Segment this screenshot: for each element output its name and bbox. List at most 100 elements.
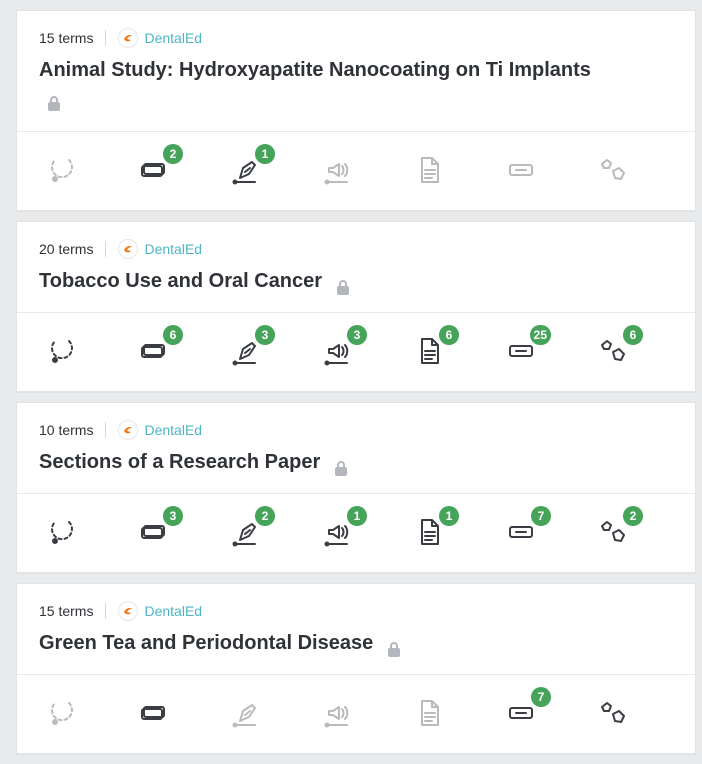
study-set-card[interactable]: 15 terms DentalEd Green Tea and Periodon… xyxy=(16,583,696,754)
study-set-card[interactable]: 10 terms DentalEd Sections of a Research… xyxy=(16,402,696,573)
gravity-button[interactable]: 6 xyxy=(593,325,643,373)
terms-count: 20 terms xyxy=(39,241,94,257)
count-badge: 1 xyxy=(347,506,367,526)
count-badge: 7 xyxy=(531,687,551,707)
count-badge: 6 xyxy=(623,325,643,345)
test-button[interactable]: 1 xyxy=(409,506,459,554)
set-title-text[interactable]: Sections of a Research Paper xyxy=(39,451,320,473)
study-set-card[interactable]: 15 terms DentalEd Animal Study: Hydroxya… xyxy=(16,10,696,211)
divider xyxy=(105,422,107,438)
count-badge: 2 xyxy=(163,144,183,164)
set-title[interactable]: Animal Study: Hydroxyapatite Nanocoating… xyxy=(39,55,677,85)
terms-count: 10 terms xyxy=(39,422,94,438)
set-meta: 20 terms DentalEd xyxy=(39,239,202,259)
learn-pen-button[interactable] xyxy=(225,695,265,735)
test-button[interactable]: 6 xyxy=(409,325,459,373)
terms-count: 15 terms xyxy=(39,603,94,619)
brand-logo xyxy=(118,239,139,259)
learn-pen-button[interactable]: 2 xyxy=(225,506,275,554)
count-badge: 3 xyxy=(255,325,275,345)
flashcards-button[interactable]: 3 xyxy=(133,506,183,554)
gravity-button[interactable] xyxy=(593,152,633,192)
study-set-card[interactable]: 20 terms DentalEd Tobacco Use and Oral C… xyxy=(16,221,696,392)
loop-icon xyxy=(43,152,79,193)
brand-name[interactable]: DentalEd xyxy=(144,422,202,438)
lock-icon xyxy=(336,274,350,295)
flashcards-icon xyxy=(135,695,171,736)
loop-icon xyxy=(43,695,79,736)
brand[interactable]: DentalEd xyxy=(118,420,202,440)
study-mode-row: 21 xyxy=(17,132,695,210)
divider xyxy=(105,241,107,257)
match-button[interactable] xyxy=(501,152,541,192)
lock-icon xyxy=(47,95,61,111)
speller-button[interactable] xyxy=(317,695,357,735)
divider xyxy=(105,30,107,46)
terms-count: 15 terms xyxy=(39,30,94,46)
loop-button[interactable] xyxy=(41,514,81,554)
study-mode-row: 7 xyxy=(17,675,695,753)
count-badge: 1 xyxy=(255,144,275,164)
study-mode-row: 6 3 3 6 25 6 xyxy=(17,313,695,391)
count-badge: 1 xyxy=(439,506,459,526)
speller-icon xyxy=(319,152,355,193)
loop-icon xyxy=(43,514,79,555)
count-badge: 3 xyxy=(163,506,183,526)
set-meta: 15 terms DentalEd xyxy=(39,28,202,48)
brand-logo xyxy=(118,420,139,440)
set-title[interactable]: Green Tea and Periodontal Disease xyxy=(39,628,677,658)
count-badge: 6 xyxy=(439,325,459,345)
divider xyxy=(105,603,107,619)
flashcards-button[interactable]: 6 xyxy=(133,325,183,373)
brand-name[interactable]: DentalEd xyxy=(144,30,202,46)
set-meta: 10 terms DentalEd xyxy=(39,420,202,440)
learn-pen-button[interactable]: 3 xyxy=(225,325,275,373)
learn-pen-icon xyxy=(227,695,263,736)
count-badge: 25 xyxy=(529,325,551,345)
brand[interactable]: DentalEd xyxy=(118,28,202,48)
brand-logo xyxy=(118,28,139,48)
brand-name[interactable]: DentalEd xyxy=(144,603,202,619)
match-button[interactable]: 7 xyxy=(501,687,551,735)
test-button[interactable] xyxy=(409,695,449,735)
gravity-icon xyxy=(595,152,631,193)
learn-pen-button[interactable]: 1 xyxy=(225,144,275,192)
brand[interactable]: DentalEd xyxy=(118,239,202,259)
set-title[interactable]: Sections of a Research Paper xyxy=(39,447,677,477)
loop-button[interactable] xyxy=(41,695,81,735)
set-title[interactable]: Tobacco Use and Oral Cancer xyxy=(39,266,677,296)
count-badge: 3 xyxy=(347,325,367,345)
count-badge: 2 xyxy=(255,506,275,526)
study-mode-row: 3 2 1 1 7 2 xyxy=(17,494,695,572)
lock-icon xyxy=(334,455,348,476)
test-icon xyxy=(411,695,447,736)
gravity-button[interactable]: 2 xyxy=(593,506,643,554)
speller-button[interactable] xyxy=(317,152,357,192)
gravity-icon xyxy=(595,695,631,736)
match-button[interactable]: 25 xyxy=(501,325,551,373)
speller-icon xyxy=(319,695,355,736)
test-icon xyxy=(411,152,447,193)
set-title-text[interactable]: Tobacco Use and Oral Cancer xyxy=(39,270,322,292)
flashcards-button[interactable]: 2 xyxy=(133,144,183,192)
brand[interactable]: DentalEd xyxy=(118,601,202,621)
lock-icon xyxy=(387,636,401,657)
test-button[interactable] xyxy=(409,152,449,192)
set-title-text[interactable]: Green Tea and Periodontal Disease xyxy=(39,632,373,654)
match-button[interactable]: 7 xyxy=(501,506,551,554)
count-badge: 6 xyxy=(163,325,183,345)
speller-button[interactable]: 1 xyxy=(317,506,367,554)
loop-button[interactable] xyxy=(41,333,81,373)
speller-button[interactable]: 3 xyxy=(317,325,367,373)
loop-icon xyxy=(43,333,79,374)
count-badge: 2 xyxy=(623,506,643,526)
match-icon xyxy=(503,152,539,193)
flashcards-button[interactable] xyxy=(133,695,173,735)
loop-button[interactable] xyxy=(41,152,81,192)
set-meta: 15 terms DentalEd xyxy=(39,601,202,621)
gravity-button[interactable] xyxy=(593,695,633,735)
brand-logo xyxy=(118,601,139,621)
brand-name[interactable]: DentalEd xyxy=(144,241,202,257)
set-title-text[interactable]: Animal Study: Hydroxyapatite Nanocoating… xyxy=(39,59,591,81)
study-set-list: 15 terms DentalEd Animal Study: Hydroxya… xyxy=(16,10,696,764)
